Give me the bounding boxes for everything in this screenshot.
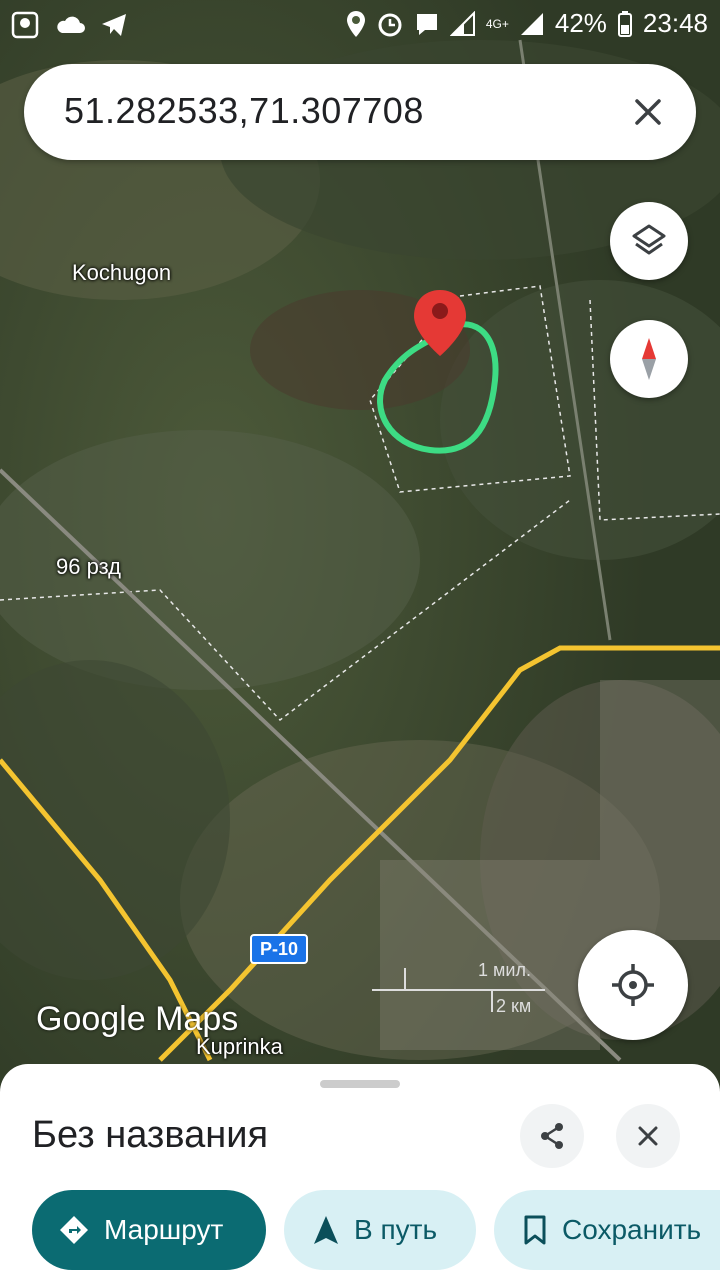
battery-icon <box>617 10 632 37</box>
map-label-kochugon: Kochugon <box>72 260 172 285</box>
scale-km: 2 км <box>496 996 532 1016</box>
my-location-icon <box>612 964 654 1006</box>
google-maps-watermark: Google Maps <box>36 1000 239 1038</box>
message-icon <box>416 13 437 35</box>
start-button[interactable]: В путь <box>284 1190 476 1270</box>
cloud-icon <box>57 16 85 33</box>
start-label: В путь <box>354 1214 438 1245</box>
close-sheet-button[interactable] <box>616 1104 680 1168</box>
telegram-icon <box>102 14 126 36</box>
directions-button[interactable]: Маршрут <box>32 1190 266 1270</box>
share-icon <box>541 1123 563 1149</box>
compass-button[interactable] <box>610 320 688 398</box>
network-type: 4G+ <box>485 16 509 31</box>
layers-icon <box>632 224 666 255</box>
scale-bar: 1 мил. 2 км <box>370 960 550 1020</box>
layers-button[interactable] <box>610 202 688 280</box>
directions-icon <box>60 1216 88 1244</box>
place-title: Без названия <box>32 1114 269 1156</box>
share-button[interactable] <box>520 1104 584 1168</box>
my-location-button[interactable] <box>578 930 688 1040</box>
close-icon <box>638 1126 658 1146</box>
compass-icon <box>642 338 656 380</box>
alarm-icon <box>378 13 402 36</box>
directions-label: Маршрут <box>104 1214 224 1245</box>
save-button[interactable]: Сохранить <box>494 1190 720 1270</box>
close-icon[interactable] <box>626 90 670 134</box>
save-label: Сохранить <box>562 1214 702 1245</box>
search-input[interactable]: 51.282533,71.307708 <box>64 90 424 132</box>
place-bottom-sheet[interactable]: Без названия Маршрут В путь Сохранить <box>0 1064 720 1280</box>
road-badge: P-10 <box>250 934 308 964</box>
drag-handle[interactable] <box>320 1080 400 1088</box>
gallery-icon <box>11 11 39 39</box>
battery-percent: 42% <box>554 8 607 38</box>
map-label-96rzd: 96 рзд <box>56 554 122 579</box>
location-status-icon <box>346 10 365 37</box>
signal-icon-2 <box>520 12 543 35</box>
navigation-icon <box>314 1216 338 1244</box>
clock: 23:48 <box>642 8 708 38</box>
bookmark-icon <box>524 1215 546 1245</box>
scale-miles: 1 мил. <box>478 960 531 980</box>
status-bar: 4G+ 42% 23:48 <box>0 0 720 52</box>
signal-icon <box>449 10 475 36</box>
search-bar[interactable]: 51.282533,71.307708 <box>24 64 696 160</box>
